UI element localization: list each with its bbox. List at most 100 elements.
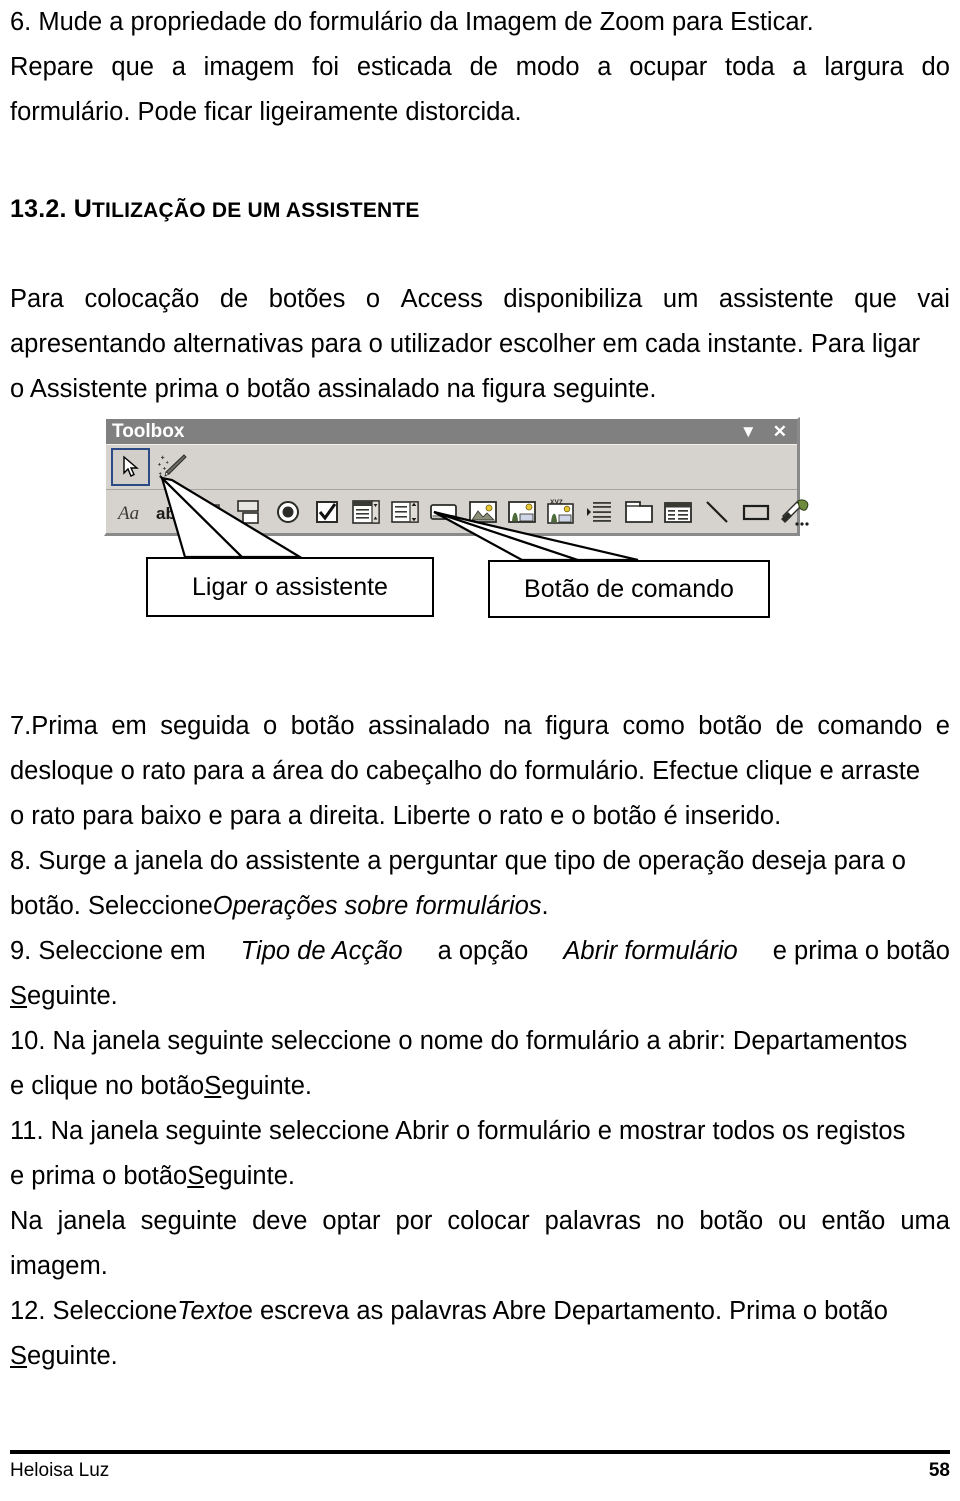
word: botão [698,712,763,740]
paragraph-na-janela-seguinte: Na janela seguinte deve optar por coloca… [10,1199,950,1289]
word: como [622,712,685,740]
word: por [395,1207,433,1235]
text: e prima o botão [772,937,950,965]
emphasis-operacoes-sobre-formularios: Operações sobre formulários [212,892,542,920]
command-button-icon[interactable] [424,493,463,531]
text: e prima o botão [10,1162,188,1190]
callout-ligar-o-assistente: Ligar o assistente [146,557,434,617]
word: esticada [356,53,452,81]
word: ou [778,1207,807,1235]
word: botão [699,1207,764,1235]
mnemonic-letter: S [10,1342,28,1370]
mnemonic-letter: S [204,1072,222,1100]
toolbox-row-1 [106,444,797,489]
emphasis-tipo-de-accao: Tipo de Acção [240,937,403,965]
section-heading-13-2: 13.2. Utilização de um assistente [10,189,950,231]
word: largura [824,53,904,81]
more-controls-icon[interactable] [775,493,814,531]
word: assinalado [367,712,490,740]
callout-left-text: Ligar o assistente [192,573,388,601]
close-icon[interactable]: ✕ [773,423,787,440]
figure-toolbox: Toolbox ▼ ✕ Aa ab xyz xyz Ligar o assist… [10,412,950,670]
list-box-icon[interactable] [385,493,424,531]
step-12: 12. Seleccione Texto e escreva as palavr… [10,1289,950,1379]
unbound-object-frame-icon[interactable] [502,493,541,531]
step-11-line-1: 11. Na janela seguinte seleccione Abrir … [10,1117,906,1145]
word: imagem [203,53,295,81]
word: um [662,285,699,313]
callout-botao-de-comando: Botão de comando [488,560,770,618]
option-button-icon[interactable] [268,493,307,531]
text: . [541,892,549,920]
paragraph-intro-line-2: apresentando alternativas para o utiliza… [10,330,921,358]
text-box-icon[interactable]: ab [151,493,190,531]
paragraph-6: 6. Mude a propriedade do formulário da I… [10,0,950,135]
step-9-line-2: Seguinte. [10,974,950,1019]
word: a [171,53,186,81]
callout-right-text: Botão de comando [524,575,734,603]
word: janela [57,1207,126,1235]
vertical-spacer [10,135,950,189]
word: optar [322,1207,381,1235]
word: e [935,712,950,740]
word: modo [515,53,580,81]
emphasis-abrir-formulario: Abrir formulário [563,937,738,965]
word: vai [917,285,950,313]
word: ocupar [629,53,708,81]
word: colocação [84,285,200,313]
step-10-line-2: e clique no botão Seguinte. [10,1064,950,1109]
word: deve [252,1207,308,1235]
word: então [821,1207,886,1235]
paragraph-intro-line-1: Para colocação de botões o Access dispon… [10,277,950,322]
word: a [792,53,807,81]
word: que [111,53,154,81]
heading-title: Utilização de um assistente [74,195,420,223]
word: disponibiliza [503,285,643,313]
heading-title-rest: tilização de um assistente [92,199,420,222]
paragraph-intro-line-3: o Assistente prima o botão assinalado na… [10,375,657,403]
image-icon[interactable] [463,493,502,531]
word: na [503,712,532,740]
combo-box-icon[interactable] [346,493,385,531]
label-icon[interactable]: Aa [112,493,151,531]
page-break-icon[interactable] [580,493,619,531]
word: assistente [718,285,834,313]
bound-object-frame-icon[interactable]: xyz [541,493,580,531]
rectangle-icon[interactable] [736,493,775,531]
select-objects-icon[interactable] [111,448,150,486]
word: seguinte [140,1207,238,1235]
step-7-line-1: 7.Prima em seguida o botão assinalado na… [10,704,950,749]
text: botão. Seleccione [10,892,213,920]
toggle-button-icon[interactable] [229,493,268,531]
word: seguida [160,712,250,740]
text: e escreva as palavras Abre Departamento.… [238,1297,888,1325]
toolbox-row-2: Aa ab xyz xyz [106,489,809,533]
paragraph-6-line-3: formulário. Pode ficar ligeiramente dist… [10,98,522,126]
word: do [921,53,950,81]
line-icon[interactable] [697,493,736,531]
page-footer: Heloisa Luz 58 [10,1450,950,1483]
svg-text:ab: ab [156,504,176,523]
toolbox-title-bar: Toolbox ▼ ✕ [106,419,797,444]
paragraph-6-line-2: Repare que a imagem foi esticada de modo… [10,45,950,90]
step-8-line-1: 8. Surge a janela do assistente a pergun… [10,847,906,875]
subform-subreport-icon[interactable] [658,493,697,531]
paragraph-6-line-1: 6. Mude a propriedade do formulário da I… [10,8,814,36]
step-10: 10. Na janela seguinte seleccione o nome… [10,1019,950,1109]
access-toolbox-window: Toolbox ▼ ✕ Aa ab xyz xyz [104,417,809,536]
text: 12. Seleccione [10,1297,178,1325]
chevron-down-icon[interactable]: ▼ [740,423,757,440]
step-8-line-2: botão. Seleccione Operações sobre formul… [10,884,950,929]
step-7-line-3: o rato para baixo e para a direita. Libe… [10,802,782,830]
control-wizards-icon[interactable] [152,448,191,486]
step-9-line-1: 9. Seleccione em Tipo de Acção a opção A… [10,929,950,974]
check-box-icon[interactable] [307,493,346,531]
tab-control-icon[interactable] [619,493,658,531]
word: Para [10,285,64,313]
heading-title-cap: U [73,195,93,223]
vertical-spacer [10,231,950,277]
step-8: 8. Surge a janela do assistente a pergun… [10,839,950,929]
word: no [655,1207,685,1235]
text: eguinte. [221,1072,313,1100]
option-group-icon[interactable]: xyz [190,493,229,531]
